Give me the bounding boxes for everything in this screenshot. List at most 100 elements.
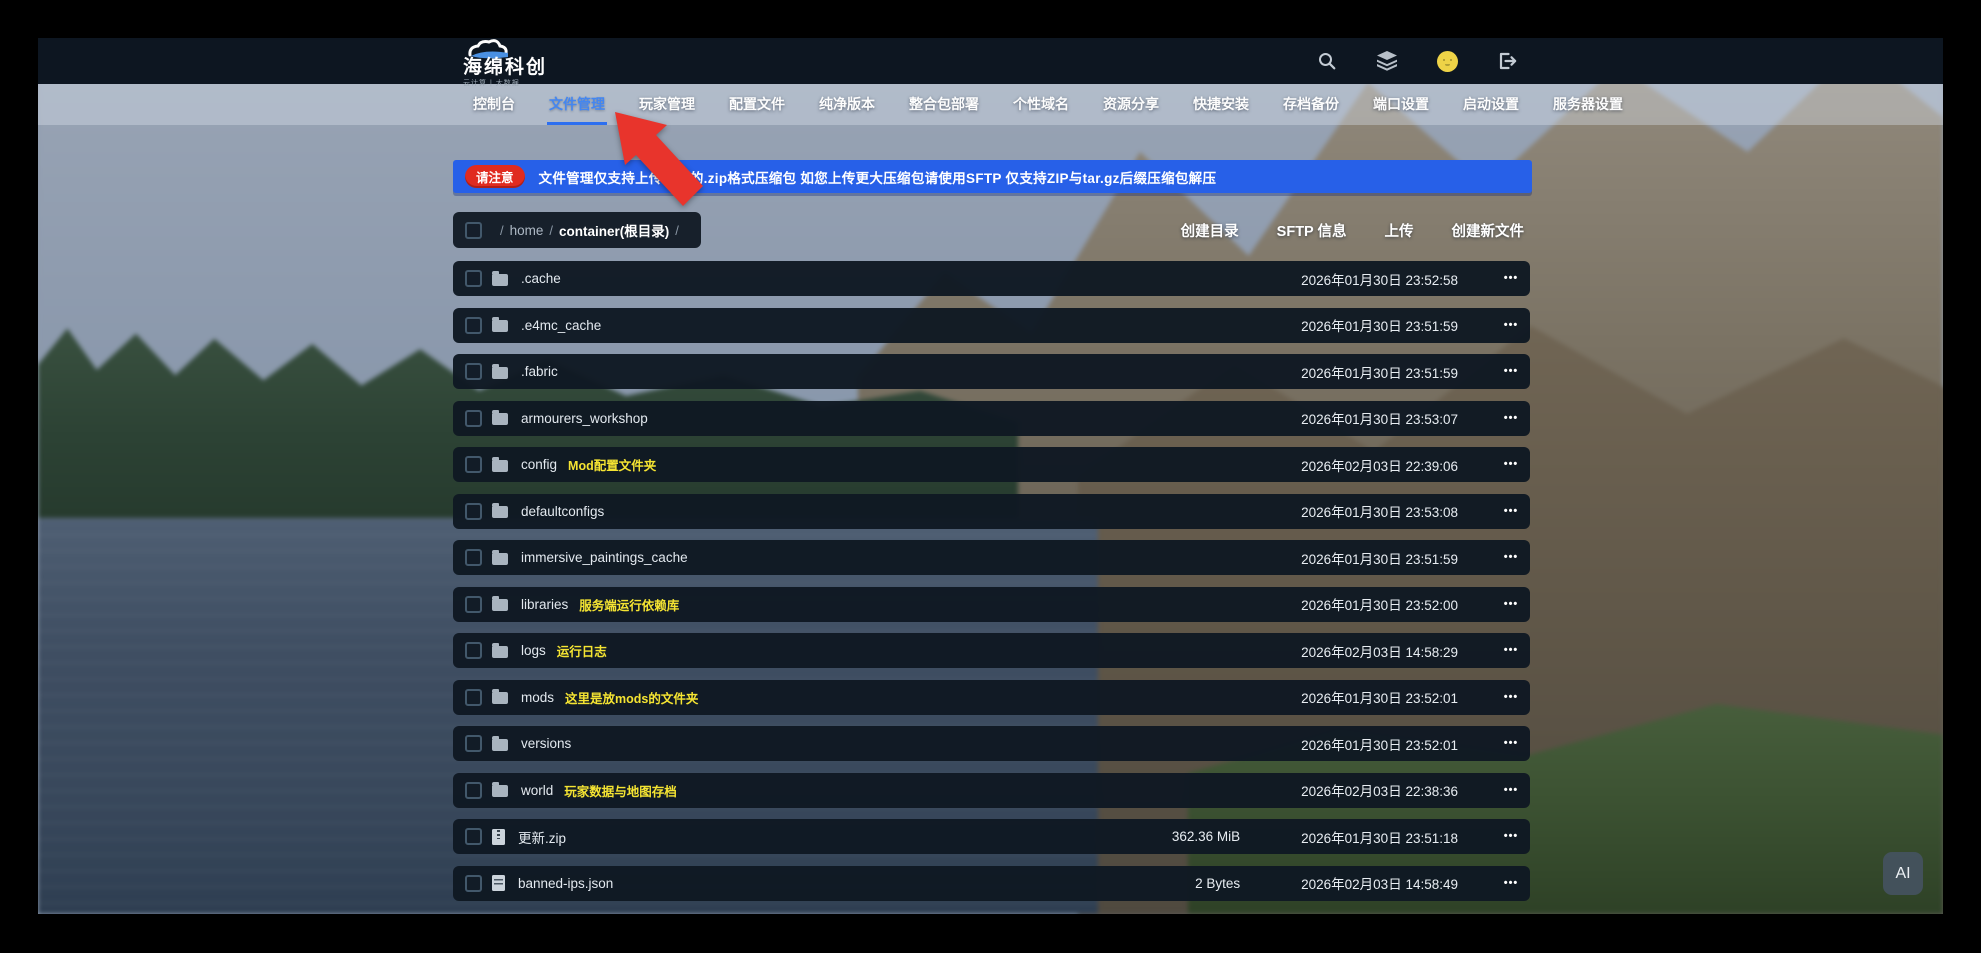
row-menu-button[interactable]: ••• xyxy=(1502,401,1520,436)
file-name[interactable]: .e4mc_cache xyxy=(521,318,601,333)
row-checkbox[interactable] xyxy=(465,270,482,287)
row-checkbox[interactable] xyxy=(465,317,482,334)
user-avatar[interactable] xyxy=(1436,50,1458,72)
file-note: 服务端运行依赖库 xyxy=(579,595,679,614)
row-checkbox[interactable] xyxy=(465,875,482,892)
row-menu-button[interactable]: ••• xyxy=(1502,587,1520,622)
tab-7[interactable]: 资源分享 xyxy=(1103,84,1159,125)
file-row[interactable]: world 玩家数据与地图存档 2026年02月03日 22:38:36 ••• xyxy=(453,773,1530,808)
row-checkbox[interactable] xyxy=(465,596,482,613)
file-name[interactable]: .fabric xyxy=(521,364,558,379)
toolbar-button-0[interactable]: 创建目录 xyxy=(1181,220,1239,241)
row-menu-button[interactable]: ••• xyxy=(1502,819,1520,854)
breadcrumb-current-dir[interactable]: container(根目录) xyxy=(559,220,669,240)
file-name[interactable]: banned-ips.json xyxy=(518,876,613,891)
file-date: 2026年01月30日 23:52:00 xyxy=(1301,594,1458,614)
file-row[interactable]: .cache 2026年01月30日 23:52:58 ••• xyxy=(453,261,1530,296)
row-checkbox[interactable] xyxy=(465,549,482,566)
breadcrumb-home[interactable]: home xyxy=(510,223,544,238)
row-checkbox[interactable] xyxy=(465,828,482,845)
tab-8[interactable]: 快捷安装 xyxy=(1193,84,1249,125)
file-row[interactable]: .fabric 2026年01月30日 23:51:59 ••• xyxy=(453,354,1530,389)
row-menu-button[interactable]: ••• xyxy=(1502,447,1520,482)
file-name[interactable]: logs xyxy=(521,643,546,658)
file-row[interactable]: defaultconfigs 2026年01月30日 23:53:08 ••• xyxy=(453,494,1530,529)
file-name[interactable]: immersive_paintings_cache xyxy=(521,550,688,565)
file-name[interactable]: defaultconfigs xyxy=(521,504,604,519)
file-row[interactable]: 更新.zip 362.36 MiB 2026年01月30日 23:51:18 •… xyxy=(453,819,1530,854)
file-row[interactable]: banned-ips.json 2 Bytes 2026年02月03日 14:5… xyxy=(453,866,1530,901)
search-icon[interactable] xyxy=(1316,50,1338,72)
file-name[interactable]: mods xyxy=(521,690,554,705)
file-name[interactable]: versions xyxy=(521,736,571,751)
row-checkbox[interactable] xyxy=(465,689,482,706)
file-name[interactable]: config xyxy=(521,457,557,472)
tab-6[interactable]: 个性域名 xyxy=(1013,84,1069,125)
row-menu-button[interactable]: ••• xyxy=(1502,680,1520,715)
tab-9[interactable]: 存档备份 xyxy=(1283,84,1339,125)
tab-5[interactable]: 整合包部署 xyxy=(909,84,979,125)
row-menu-button[interactable]: ••• xyxy=(1502,540,1520,575)
file-row[interactable]: .e4mc_cache 2026年01月30日 23:51:59 ••• xyxy=(453,308,1530,343)
row-menu-button[interactable]: ••• xyxy=(1502,866,1520,901)
file-date: 2026年01月30日 23:51:59 xyxy=(1301,362,1458,382)
file-row[interactable]: immersive_paintings_cache 2026年01月30日 23… xyxy=(453,540,1530,575)
file-date: 2026年01月30日 23:51:18 xyxy=(1301,827,1458,847)
tab-bar: 控制台文件管理玩家管理配置文件纯净版本整合包部署个性域名资源分享快捷安装存档备份… xyxy=(38,84,1943,125)
row-menu-button[interactable]: ••• xyxy=(1502,261,1520,296)
row-menu-button[interactable]: ••• xyxy=(1502,494,1520,529)
folder-icon xyxy=(492,274,508,286)
toolbar-button-1[interactable]: SFTP 信息 xyxy=(1277,220,1347,241)
row-menu-button[interactable]: ••• xyxy=(1502,308,1520,343)
toolbar-button-3[interactable]: 创建新文件 xyxy=(1452,220,1525,241)
row-menu-button[interactable]: ••• xyxy=(1502,773,1520,808)
screenshot-canvas: 海绵科创 云计算 | 大数据 控制台文件管理玩家管理配置文件纯净版 xyxy=(0,0,1981,953)
file-name[interactable]: .cache xyxy=(521,271,561,286)
tab-11[interactable]: 启动设置 xyxy=(1463,84,1519,125)
brand-logo[interactable]: 海绵科创 云计算 | 大数据 xyxy=(463,39,547,88)
tab-3[interactable]: 配置文件 xyxy=(729,84,785,125)
row-checkbox[interactable] xyxy=(465,642,482,659)
tab-10[interactable]: 端口设置 xyxy=(1373,84,1429,125)
row-checkbox[interactable] xyxy=(465,782,482,799)
row-menu-button[interactable]: ••• xyxy=(1502,633,1520,668)
row-menu-button[interactable]: ••• xyxy=(1502,354,1520,389)
brand-subtitle: 云计算 | 大数据 xyxy=(463,78,520,88)
breadcrumb-separator: / xyxy=(675,223,679,238)
toolbar-button-2[interactable]: 上传 xyxy=(1385,220,1414,241)
row-checkbox[interactable] xyxy=(465,503,482,520)
file-row[interactable]: armourers_workshop 2026年01月30日 23:53:07 … xyxy=(453,401,1530,436)
tab-0[interactable]: 控制台 xyxy=(473,84,515,125)
breadcrumb-separator: / xyxy=(500,223,504,238)
row-checkbox[interactable] xyxy=(465,410,482,427)
tab-12[interactable]: 服务器设置 xyxy=(1553,84,1623,125)
file-name[interactable]: armourers_workshop xyxy=(521,411,648,426)
tab-2[interactable]: 玩家管理 xyxy=(639,84,695,125)
notice-badge: 请注意 xyxy=(465,165,525,188)
row-menu-button[interactable]: ••• xyxy=(1502,726,1520,761)
file-name[interactable]: libraries xyxy=(521,597,568,612)
file-list: .cache 2026年01月30日 23:52:58 ••• .e4mc_ca… xyxy=(453,261,1530,912)
file-row[interactable]: versions 2026年01月30日 23:52:01 ••• xyxy=(453,726,1530,761)
ai-assistant-button[interactable]: AI xyxy=(1883,852,1923,895)
file-row[interactable]: config Mod配置文件夹 2026年02月03日 22:39:06 ••• xyxy=(453,447,1530,482)
logout-icon[interactable] xyxy=(1496,50,1518,72)
folder-icon xyxy=(492,413,508,425)
folder-icon xyxy=(492,739,508,751)
file-row[interactable]: libraries 服务端运行依赖库 2026年01月30日 23:52:00 … xyxy=(453,587,1530,622)
file-row[interactable]: logs 运行日志 2026年02月03日 14:58:29 ••• xyxy=(453,633,1530,668)
row-checkbox[interactable] xyxy=(465,735,482,752)
file-name[interactable]: 更新.zip xyxy=(518,827,566,847)
file-note: 这里是放mods的文件夹 xyxy=(565,688,698,707)
layers-icon[interactable] xyxy=(1376,50,1398,72)
tab-4[interactable]: 纯净版本 xyxy=(819,84,875,125)
file-name[interactable]: world xyxy=(521,783,553,798)
row-checkbox[interactable] xyxy=(465,456,482,473)
zip-file-icon xyxy=(492,829,505,845)
file-date: 2026年01月30日 23:52:01 xyxy=(1301,734,1458,754)
select-all-checkbox[interactable] xyxy=(465,222,482,239)
avatar-face xyxy=(1437,51,1458,72)
tab-1[interactable]: 文件管理 xyxy=(549,84,605,125)
row-checkbox[interactable] xyxy=(465,363,482,380)
file-row[interactable]: mods 这里是放mods的文件夹 2026年01月30日 23:52:01 •… xyxy=(453,680,1530,715)
